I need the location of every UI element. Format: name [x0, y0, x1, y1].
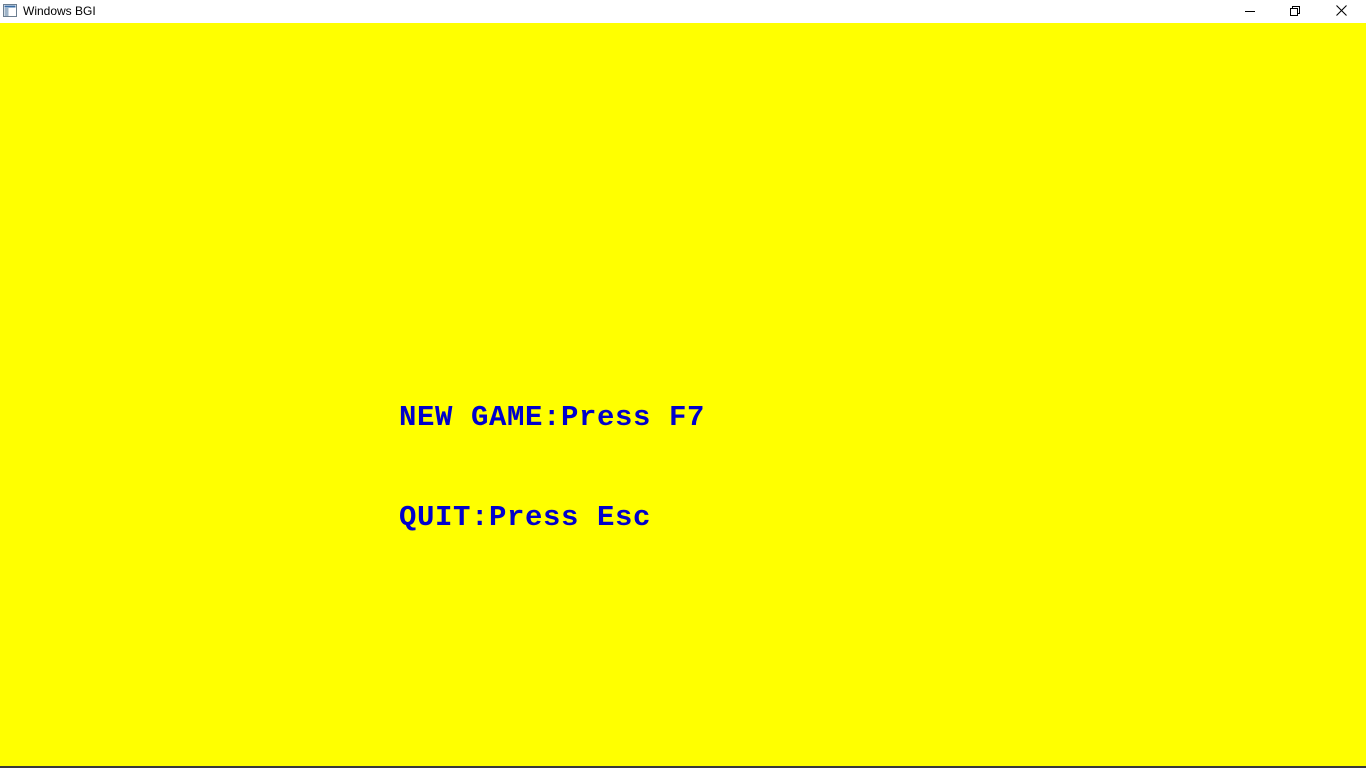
game-canvas[interactable] [0, 23, 1366, 766]
game-window: Windows BGI NEW GAME:Press F7 QUIT:Press… [0, 0, 1366, 768]
app-window-icon [3, 4, 17, 17]
minimize-button[interactable] [1227, 0, 1273, 23]
close-button[interactable] [1318, 0, 1364, 23]
title-bar[interactable]: Windows BGI [0, 0, 1366, 23]
restore-button[interactable] [1272, 0, 1318, 23]
restore-icon [1290, 3, 1300, 21]
close-icon [1335, 3, 1347, 21]
minimize-icon [1245, 3, 1255, 21]
window-title: Windows BGI [23, 4, 96, 18]
new-game-instruction: NEW GAME:Press F7 [399, 401, 706, 434]
quit-instruction: QUIT:Press Esc [399, 501, 652, 534]
